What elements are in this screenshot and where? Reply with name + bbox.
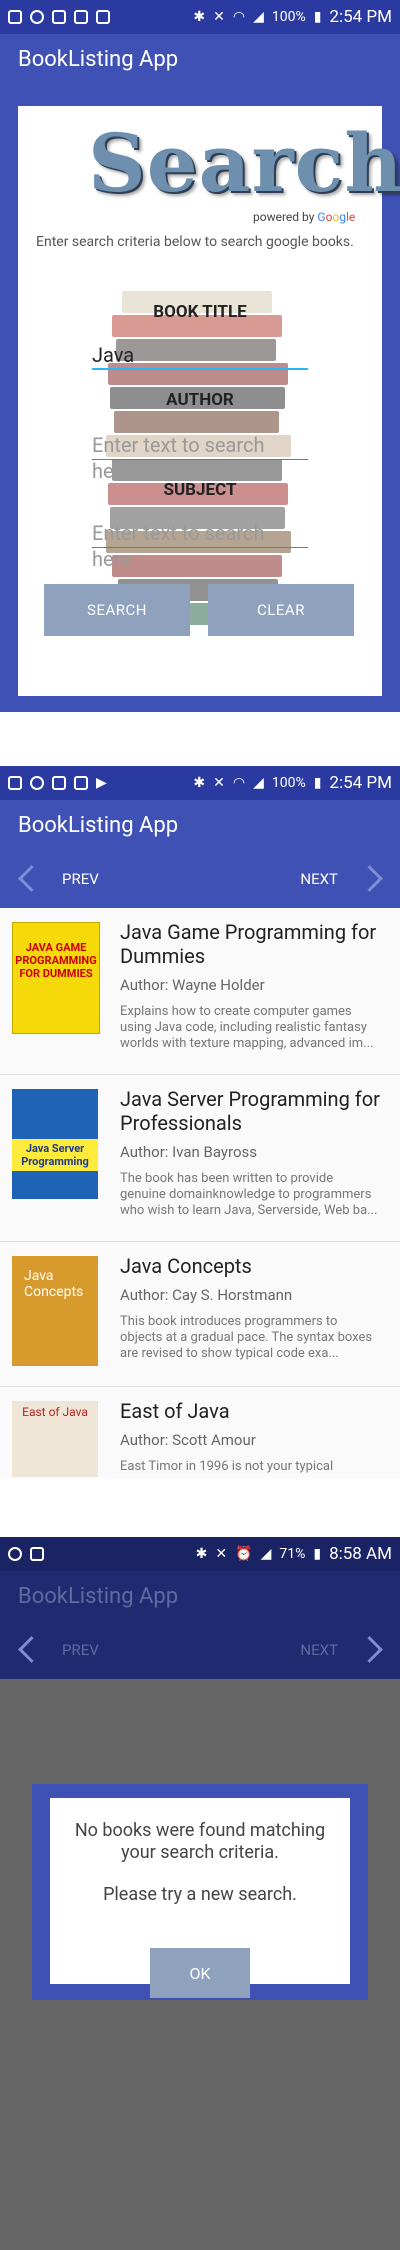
- blocked-icon: [30, 10, 44, 24]
- search-button[interactable]: SEARCH: [44, 584, 190, 636]
- dialog-message: No books were found matching your search…: [74, 1820, 326, 1863]
- book-author: Author: Ivan Bayross: [120, 1143, 257, 1161]
- clock: 8:58 AM: [329, 1544, 392, 1564]
- bluetooth-icon: ✱: [195, 1546, 208, 1562]
- prev-label: PREV: [62, 870, 99, 888]
- image-icon: [96, 10, 110, 24]
- book-author: Author: Cay S. Horstmann: [120, 1286, 293, 1304]
- chevron-right-icon: [358, 864, 388, 894]
- battery-icon: ▮: [313, 1546, 322, 1562]
- app-title: BookListing App: [18, 812, 179, 838]
- next-button[interactable]: NEXT: [300, 864, 388, 894]
- clock: 2:54 PM: [329, 773, 392, 793]
- author-input[interactable]: Enter text to search here: [92, 432, 308, 483]
- status-bar: ✱ ✕ ◠ ◢ 100% ▮ 2:54 PM: [0, 0, 400, 34]
- book-author: Author: Wayne Holder: [120, 976, 265, 994]
- status-bar: ✱ ✕ ⏰ ◢ 71% ▮ 8:58 AM: [0, 1537, 400, 1571]
- subject-input[interactable]: Enter text to search here: [92, 520, 308, 571]
- subject-label: SUBJECT: [163, 480, 237, 500]
- voicemail-icon: [8, 776, 22, 790]
- status-bar: ▶ ✱ ✕ ◠ ◢ 100% ▮ 2:54 PM: [0, 766, 400, 800]
- battery-percent: 100%: [271, 775, 306, 791]
- chevron-left-icon: [12, 864, 42, 894]
- clock: 2:54 PM: [329, 7, 392, 27]
- book-title: Java Game Programming for Dummies: [120, 920, 377, 968]
- mute-icon: ✕: [213, 775, 225, 791]
- bluetooth-icon: ✱: [193, 9, 206, 25]
- book-title: Java Concepts: [120, 1254, 252, 1278]
- book-cover: JAVA GAME PROGRAMMING FOR DUMMIES: [12, 922, 100, 1034]
- prev-button[interactable]: PREV: [12, 1635, 99, 1665]
- dialog-hint: Please try a new search.: [103, 1884, 297, 1905]
- next-label: NEXT: [300, 870, 338, 888]
- ok-button[interactable]: OK: [150, 1948, 250, 1998]
- signal-icon: ◢: [253, 775, 264, 791]
- bluetooth-icon: ✱: [193, 775, 206, 791]
- app-bar: BookListing App: [0, 800, 400, 850]
- battery-icon: ▮: [313, 775, 322, 791]
- powered-by-google: powered by Google: [253, 210, 356, 224]
- book-author: Author: Scott Amour: [120, 1431, 256, 1449]
- facebook-icon: [52, 776, 66, 790]
- list-item[interactable]: East of Java East of Java Author: Scott …: [0, 1387, 400, 1477]
- app-bar: BookListing App: [0, 1571, 400, 1621]
- book-cover: Java Concepts: [12, 1256, 98, 1366]
- book-description: The book has been written to provide gen…: [120, 1171, 378, 1218]
- book-title: East of Java: [120, 1399, 230, 1423]
- wifi-icon: ◠: [232, 9, 246, 25]
- battery-percent: 100%: [271, 9, 306, 25]
- signal-icon: ◢: [260, 1546, 272, 1562]
- signal-icon: ◢: [253, 9, 264, 25]
- book-cover: Java Server Programming: [12, 1089, 98, 1199]
- book-description: East Timor in 1996 is not your typical: [120, 1459, 334, 1474]
- facebook-icon: [52, 10, 66, 24]
- book-description: Explains how to create computer games us…: [120, 1004, 374, 1051]
- chevron-left-icon: [12, 1635, 42, 1665]
- search-logo: Search: [88, 116, 400, 210]
- author-label: AUTHOR: [166, 390, 234, 410]
- wifi-icon: ◠: [232, 775, 246, 791]
- app-title: BookListing App: [18, 1583, 179, 1609]
- voicemail-icon: [8, 10, 22, 24]
- no-results-dialog: No books were found matching your search…: [50, 1798, 350, 1998]
- list-item[interactable]: Java Concepts Java Concepts Author: Cay …: [0, 1242, 400, 1387]
- list-item[interactable]: Java Server Programming Java Server Prog…: [0, 1075, 400, 1242]
- book-title-label: BOOK TITLE: [153, 302, 247, 322]
- prev-label: PREV: [62, 1641, 99, 1659]
- pagination-bar: PREV NEXT: [0, 1621, 400, 1679]
- search-card: Search powered by Google Enter search cr…: [18, 106, 400, 696]
- blocked-icon: [8, 1547, 22, 1561]
- results-screen: ▶ ✱ ✕ ◠ ◢ 100% ▮ 2:54 PM BookListing App…: [0, 766, 400, 1478]
- pagination-bar: PREV NEXT: [0, 850, 400, 908]
- book-list: JAVA GAME PROGRAMMING FOR DUMMIES Java G…: [0, 908, 400, 1477]
- mute-icon: ✕: [213, 9, 225, 25]
- app-icon: [74, 776, 88, 790]
- prev-button[interactable]: PREV: [12, 864, 99, 894]
- book-cover: East of Java: [12, 1401, 98, 1477]
- book-title: Java Server Programming for Professional…: [120, 1087, 380, 1135]
- list-item[interactable]: JAVA GAME PROGRAMMING FOR DUMMIES Java G…: [0, 908, 400, 1075]
- battery-percent: 71%: [279, 1546, 306, 1562]
- book-title-input[interactable]: Java: [92, 342, 308, 370]
- battery-icon: ▮: [313, 9, 322, 25]
- alarm-icon: ⏰: [235, 1546, 253, 1562]
- next-label: NEXT: [300, 1641, 338, 1659]
- play-icon: ▶: [96, 775, 107, 791]
- no-results-screen: ✱ ✕ ⏰ ◢ 71% ▮ 8:58 AM BookListing App PR…: [0, 1537, 400, 2250]
- app-title: BookListing App: [18, 46, 179, 72]
- search-description: Enter search criteria below to search go…: [36, 234, 354, 250]
- next-button[interactable]: NEXT: [300, 1635, 388, 1665]
- image-icon: [30, 1547, 44, 1561]
- app-bar: BookListing App: [0, 34, 400, 84]
- search-screen: ✱ ✕ ◠ ◢ 100% ▮ 2:54 PM BookListing App S…: [0, 0, 400, 712]
- mute-icon: ✕: [215, 1546, 228, 1562]
- chevron-right-icon: [358, 1635, 388, 1665]
- blocked-icon: [30, 776, 44, 790]
- book-description: This book introduces programmers to obje…: [120, 1314, 373, 1361]
- app-icon: [74, 10, 88, 24]
- clear-button[interactable]: CLEAR: [208, 584, 354, 636]
